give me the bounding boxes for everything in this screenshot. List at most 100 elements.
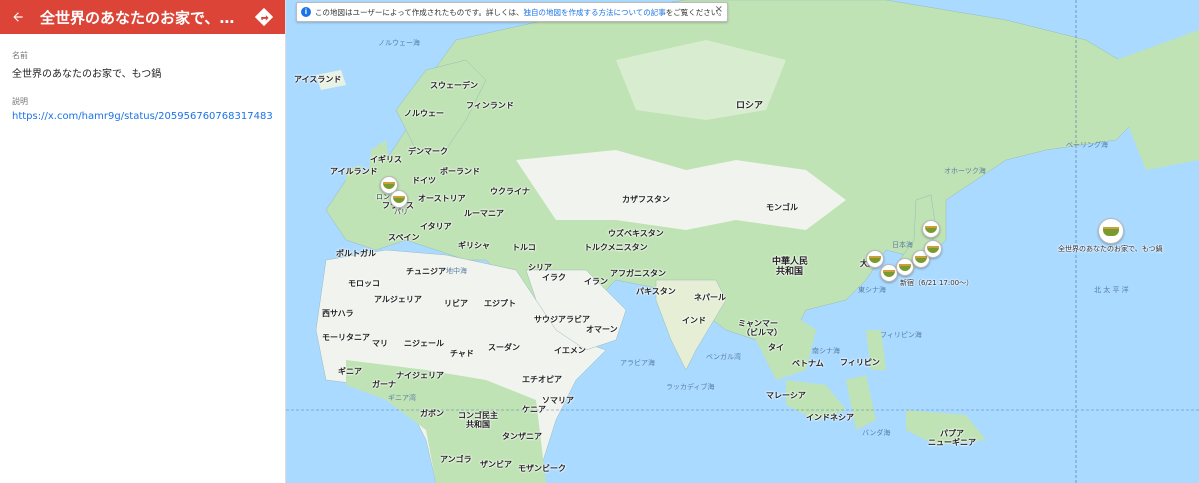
label-iraq: イラク: [542, 273, 566, 282]
label-ukraine: ウクライナ: [490, 187, 530, 196]
motsunabe-pin-icon[interactable]: [390, 190, 408, 208]
label-ghana: ガーナ: [372, 380, 396, 389]
motsunabe-pin-icon[interactable]: [924, 240, 942, 258]
label-ireland: アイルランド: [330, 167, 378, 176]
name-label: 名前: [12, 51, 28, 60]
label-norway-sea: ノルウェー海: [378, 39, 420, 47]
bowl-icon: [383, 181, 395, 189]
label-pacific: 北 太 平 洋: [1094, 286, 1129, 294]
label-ethiopia: エチオピア: [522, 375, 562, 384]
label-philippines: フィリピン: [840, 358, 880, 367]
label-turkmenistan: トルクメニスタン: [584, 243, 648, 252]
label-poland: ポーランド: [440, 167, 480, 176]
label-niger: ニジェール: [404, 339, 444, 348]
bowl-icon: [393, 195, 405, 203]
label-uk: イギリス: [370, 155, 402, 164]
label-algeria: アルジェリア: [374, 295, 422, 304]
label-austria: オーストリア: [418, 194, 466, 203]
label-denmark: デンマーク: [408, 147, 448, 156]
label-romania: ルーマニア: [464, 209, 504, 218]
label-russia: ロシア: [736, 101, 764, 111]
info-icon: i: [301, 7, 311, 17]
label-finland: フィンランド: [466, 101, 514, 110]
label-zambia: ザンビア: [480, 460, 512, 469]
directions-button[interactable]: [253, 6, 275, 28]
label-congo-2: 共和国: [466, 420, 490, 429]
label-south-china-sea: 南シナ海: [812, 347, 840, 355]
bowl-icon: [925, 225, 937, 233]
label-mali: マリ: [372, 339, 388, 348]
label-mauritania: モーリタニア: [322, 333, 370, 342]
label-guinea: ギニア: [338, 367, 362, 376]
bowl-icon: [883, 269, 895, 277]
name-value: 全世界のあなたのお家で、もつ鍋: [12, 69, 162, 80]
label-yemen: イエメン: [554, 346, 586, 355]
label-east-china-sea: 東シナ海: [858, 286, 886, 294]
close-icon[interactable]: ×: [715, 4, 723, 15]
label-greece: ギリシャ: [458, 241, 490, 250]
label-mongolia: モンゴル: [766, 203, 798, 212]
label-germany: ドイツ: [412, 176, 436, 185]
label-pacific-pin: 全世界のあなたのお家で、もつ鍋: [1058, 245, 1163, 253]
motsunabe-pin-icon[interactable]: [866, 250, 884, 268]
directions-icon: [254, 7, 274, 27]
bowl-icon: [869, 255, 881, 263]
label-mozambique: モザンビーク: [518, 464, 566, 473]
bowl-icon: [927, 245, 939, 253]
banner-link[interactable]: 独自の地図を作成する方法についての記事: [524, 7, 666, 18]
label-mediterranean: 地中海: [446, 267, 467, 275]
info-banner: i この地図はユーザーによって作成されたものです。詳しくは、 独自の地図を作成する…: [296, 2, 728, 22]
label-laccadive-sea: ラッカディブ海: [666, 383, 715, 391]
bowl-icon: [915, 255, 927, 263]
label-sudan: スーダン: [488, 343, 520, 352]
label-kenya: ケニア: [522, 405, 546, 414]
label-bering-sea: ベーリング海: [1066, 141, 1108, 149]
map-canvas[interactable]: i この地図はユーザーによって作成されたものです。詳しくは、 独自の地図を作成する…: [286, 0, 1199, 483]
description-link[interactable]: https://x.com/hamr9g/status/205956760768…: [12, 111, 273, 122]
label-morocco: モロッコ: [348, 279, 380, 288]
label-vietnam: ベトナム: [792, 359, 824, 368]
label-saudi-arabia: サウジアラビア: [534, 315, 590, 324]
label-norway: ノルウェー: [404, 109, 444, 118]
label-egypt: エジプト: [484, 299, 516, 308]
label-uzbekistan: ウズベキスタン: [608, 229, 664, 238]
banner-text: この地図はユーザーによって作成されたものです。詳しくは、: [315, 7, 524, 17]
label-angola: アンゴラ: [440, 455, 472, 464]
label-india: インド: [682, 316, 706, 325]
label-italy: イタリア: [420, 222, 452, 231]
label-philippine-sea: フィリピン海: [880, 331, 922, 339]
label-tanzania: タンザニア: [502, 432, 542, 441]
panel-title: 全世界のあなたのお家で、も…: [40, 8, 240, 27]
label-nigeria: ナイジェリア: [396, 371, 444, 380]
label-japan-sea: 日本海: [892, 241, 913, 249]
label-gabon: ガボン: [420, 409, 444, 418]
label-paris: パリ: [394, 208, 408, 216]
label-bengal-bay: ベンガル湾: [706, 353, 741, 361]
label-myanmar-2: （ビルマ）: [742, 328, 782, 337]
label-oman: オマーン: [586, 325, 618, 334]
motsunabe-pin-icon[interactable]: [1098, 218, 1124, 244]
label-shinjuku: 新宿（6/21 17:00～）: [900, 279, 974, 287]
label-china-2: 共和国: [776, 267, 804, 277]
side-panel: 全世界のあなたのお家で、も… 名前 全世界のあなたのお家で、もつ鍋 説明 htt…: [0, 0, 286, 483]
label-pakistan: パキスタン: [636, 287, 676, 296]
label-portugal: ポルトガル: [336, 249, 376, 258]
back-button[interactable]: [0, 0, 36, 34]
label-tunisia: チュニジア: [406, 267, 446, 276]
label-arabian-sea: アラビア海: [620, 359, 655, 367]
label-banda-sea: バンダ海: [862, 429, 891, 437]
label-iran: イラン: [584, 277, 608, 286]
label-chad: チャド: [450, 349, 474, 358]
label-kazakhstan: カザフスタン: [622, 195, 670, 204]
motsunabe-pin-icon[interactable]: [922, 220, 940, 238]
bowl-icon: [899, 263, 911, 271]
label-guinea-bay: ギニア湾: [388, 394, 416, 402]
bowl-icon: [1103, 226, 1119, 236]
label-papua-2: ニューギニア: [928, 438, 976, 447]
label-somalia: ソマリア: [542, 396, 574, 405]
description-label: 説明: [12, 97, 28, 106]
panel-header: 全世界のあなたのお家で、も…: [0, 0, 285, 34]
label-turkey: トルコ: [512, 243, 536, 252]
label-indonesia: インドネシア: [806, 413, 854, 422]
arrow-left-icon: [13, 12, 23, 22]
